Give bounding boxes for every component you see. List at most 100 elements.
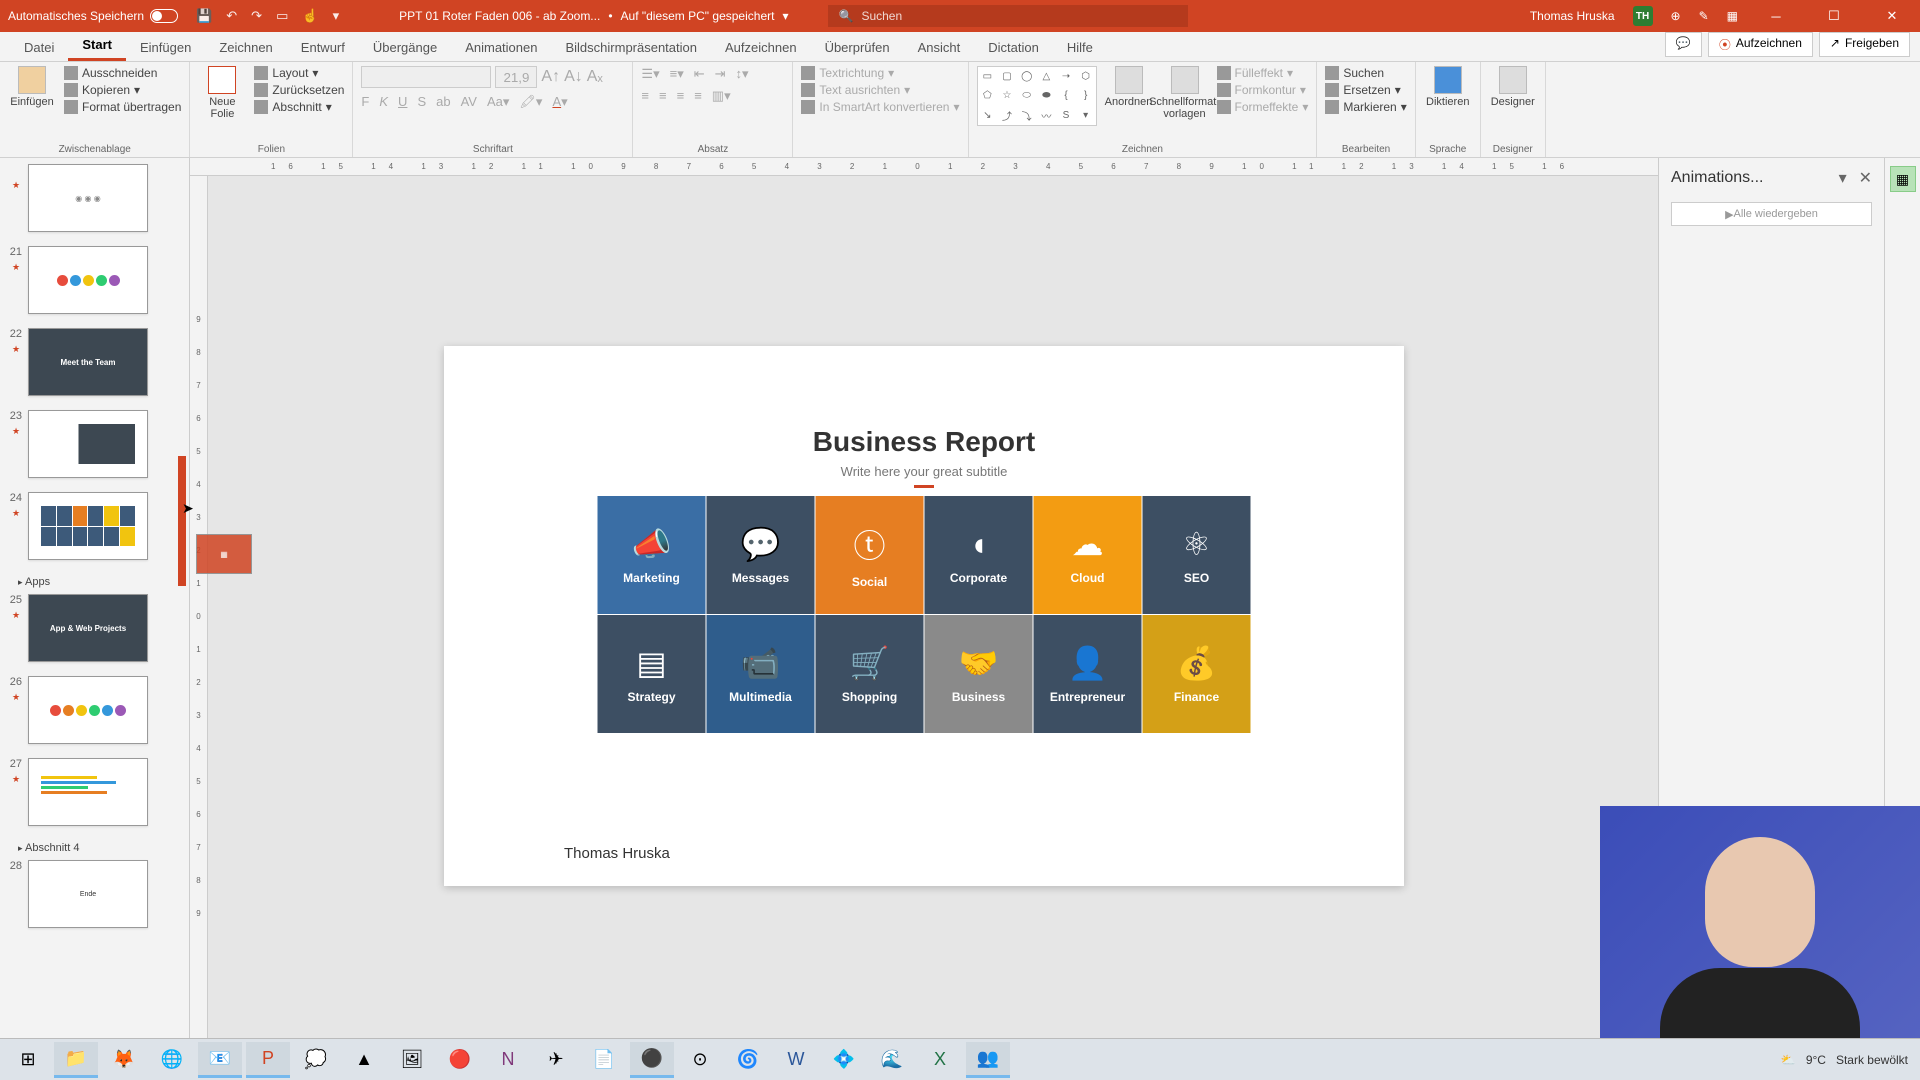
tab-hilfe[interactable]: Hilfe: [1053, 34, 1107, 61]
qat-touch-icon[interactable]: ☝: [302, 8, 318, 24]
font-size-input[interactable]: [495, 66, 537, 88]
user-name[interactable]: Thomas Hruska: [1530, 9, 1615, 23]
taskbar-powerpoint-icon[interactable]: P: [246, 1042, 290, 1078]
align-center-icon[interactable]: ≡: [659, 88, 667, 104]
align-right-icon[interactable]: ≡: [677, 88, 685, 104]
tab-aufzeichnen[interactable]: Aufzeichnen: [711, 34, 811, 61]
format-painter-button[interactable]: Format übertragen: [64, 100, 181, 114]
select-button[interactable]: Markieren ▾: [1325, 100, 1406, 114]
taskbar-firefox-icon[interactable]: 🦊: [102, 1042, 146, 1078]
tile-seo[interactable]: ⚛SEO: [1143, 496, 1251, 614]
tab-zeichnen[interactable]: Zeichnen: [205, 34, 286, 61]
dictate-button[interactable]: Diktieren: [1424, 66, 1472, 108]
coming-soon-icon[interactable]: ⊕: [1671, 9, 1681, 23]
tile-messages[interactable]: 💬Messages: [707, 496, 815, 614]
columns-icon[interactable]: ▥▾: [712, 88, 731, 104]
section-button[interactable]: Abschnitt ▾: [254, 100, 344, 114]
slide-sorter-pane[interactable]: ★ ◉ ◉ ◉ 21★ 22★ Meet the Team 23★ 24★ Ap…: [0, 158, 190, 1056]
taskbar-outlook-icon[interactable]: 📧: [198, 1042, 242, 1078]
taskbar-app-icon[interactable]: 💠: [822, 1042, 866, 1078]
text-direction-button[interactable]: Textrichtung ▾: [801, 66, 959, 80]
taskbar-edge-icon[interactable]: 🌊: [870, 1042, 914, 1078]
taskbar-onenote-icon[interactable]: N: [486, 1042, 530, 1078]
case-button[interactable]: Aa▾: [487, 94, 509, 110]
slide-editor[interactable]: 16 15 14 13 12 11 10 9 8 7 6 5 4 3 2 1 0…: [190, 158, 1658, 1056]
tile-social[interactable]: ⓣSocial: [816, 496, 924, 614]
taskbar-app-icon[interactable]: 🌀: [726, 1042, 770, 1078]
thumbnail-slide[interactable]: 27★: [4, 758, 171, 826]
arrange-button[interactable]: Anordnen: [1105, 66, 1153, 108]
font-color-button[interactable]: A▾: [552, 94, 567, 110]
align-text-button[interactable]: Text ausrichten ▾: [801, 83, 959, 97]
paste-button[interactable]: Einfügen: [8, 66, 56, 108]
tab-bildschirm[interactable]: Bildschirmpräsentation: [551, 34, 711, 61]
weather-icon[interactable]: ⛅: [1781, 1053, 1796, 1067]
taskbar-obs-icon[interactable]: ⚫: [630, 1042, 674, 1078]
bullets-button[interactable]: ☰▾: [641, 66, 659, 82]
comments-button[interactable]: 💬: [1665, 32, 1702, 57]
taskbar-app-icon[interactable]: ⊙: [678, 1042, 722, 1078]
tab-entwurf[interactable]: Entwurf: [287, 34, 359, 61]
tab-start[interactable]: Start: [68, 31, 126, 61]
clear-format-icon[interactable]: Aₓ: [587, 68, 603, 86]
autosave-toggle[interactable]: Automatisches Speichern: [8, 9, 178, 23]
search-box[interactable]: 🔍 Suchen: [828, 5, 1188, 27]
taskbar-teams-icon[interactable]: 👥: [966, 1042, 1010, 1078]
quickstyles-button[interactable]: Schnellformat-vorlagen: [1161, 66, 1209, 120]
new-slide-button[interactable]: Neue Folie: [198, 66, 246, 120]
tile-shopping[interactable]: 🛒Shopping: [816, 615, 924, 733]
pane-dropdown-icon[interactable]: ▾: [1839, 168, 1847, 188]
replace-button[interactable]: Ersetzen ▾: [1325, 83, 1406, 97]
qat-more-icon[interactable]: ▾: [333, 8, 340, 24]
start-button[interactable]: ⊞: [6, 1042, 50, 1078]
rail-button[interactable]: ▦: [1890, 166, 1916, 192]
section-header[interactable]: Abschnitt 4: [4, 840, 171, 860]
cut-button[interactable]: Ausschneiden: [64, 66, 181, 80]
qat-undo-icon[interactable]: ↶: [226, 8, 237, 24]
close-button[interactable]: ✕: [1872, 8, 1912, 24]
app-icon[interactable]: ▦: [1727, 9, 1738, 23]
user-avatar[interactable]: TH: [1633, 6, 1653, 26]
thumbnail-slide[interactable]: 26★: [4, 676, 171, 744]
minimize-button[interactable]: ─: [1756, 9, 1796, 24]
font-family-select[interactable]: [361, 66, 491, 88]
align-left-icon[interactable]: ≡: [641, 88, 649, 104]
linespacing-button[interactable]: ↕▾: [736, 66, 749, 82]
thumbnail-slide[interactable]: ★ ◉ ◉ ◉: [4, 164, 171, 232]
indent-button[interactable]: ⇥: [715, 66, 726, 82]
slide-canvas[interactable]: Business Report Write here your great su…: [444, 346, 1404, 886]
decrease-font-icon[interactable]: A↓: [564, 68, 583, 86]
effects-button[interactable]: Formeffekte ▾: [1217, 100, 1309, 114]
weather-temp[interactable]: 9°C: [1806, 1053, 1826, 1067]
tab-dictation[interactable]: Dictation: [974, 34, 1053, 61]
taskbar-word-icon[interactable]: W: [774, 1042, 818, 1078]
dedent-button[interactable]: ⇤: [694, 66, 705, 82]
smartart-button[interactable]: In SmartArt konvertieren ▾: [801, 100, 959, 114]
taskbar-app-icon[interactable]: 📄: [582, 1042, 626, 1078]
thumbnail-slide[interactable]: 24★: [4, 492, 171, 560]
tile-corporate[interactable]: ◖Corporate: [925, 496, 1033, 614]
taskbar-excel-icon[interactable]: X: [918, 1042, 962, 1078]
tile-entrepreneur[interactable]: 👤Entrepreneur: [1034, 615, 1142, 733]
weather-text[interactable]: Stark bewölkt: [1836, 1053, 1908, 1067]
share-button[interactable]: ↗Freigeben: [1819, 32, 1910, 57]
tile-strategy[interactable]: ▤Strategy: [598, 615, 706, 733]
layout-button[interactable]: Layout ▾: [254, 66, 344, 80]
outline-button[interactable]: Formkontur ▾: [1217, 83, 1309, 97]
bold-button[interactable]: F: [361, 94, 369, 110]
taskbar-chrome-icon[interactable]: 🌐: [150, 1042, 194, 1078]
tile-business[interactable]: 🤝Business: [925, 615, 1033, 733]
taskbar-app-icon[interactable]: 💭: [294, 1042, 338, 1078]
justify-icon[interactable]: ≡: [694, 88, 702, 104]
slide-author[interactable]: Thomas Hruska: [564, 845, 670, 862]
slide-subtitle[interactable]: Write here your great subtitle: [444, 464, 1404, 488]
taskbar-explorer-icon[interactable]: 📁: [54, 1042, 98, 1078]
spacing-button[interactable]: AV: [461, 94, 477, 110]
shapes-gallery[interactable]: ▭▢◯△➝⬡ ⬠☆⬭⬬{} ↘⤴⤵〰S▾: [977, 66, 1097, 126]
taskbar-app-icon[interactable]: 🔴: [438, 1042, 482, 1078]
tab-ansicht[interactable]: Ansicht: [904, 34, 975, 61]
taskbar-vlc-icon[interactable]: ▲: [342, 1042, 386, 1078]
thumbnail-slide[interactable]: 21★: [4, 246, 171, 314]
numbering-button[interactable]: ≡▾: [670, 66, 684, 82]
underline-button[interactable]: U: [398, 94, 407, 110]
